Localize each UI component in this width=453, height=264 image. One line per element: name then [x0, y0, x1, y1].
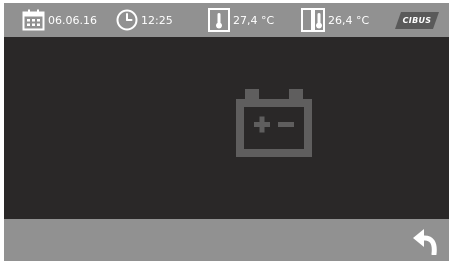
display-screen: 06.06.16 12:25 27,4 °C 26,4 °C CIBUS — [4, 3, 449, 261]
clock-icon — [116, 9, 138, 31]
back-button[interactable] — [412, 229, 440, 257]
thermometer-double-icon — [301, 8, 325, 32]
status-bar: 06.06.16 12:25 27,4 °C 26,4 °C CIBUS — [4, 3, 449, 37]
date-display: 06.06.16 — [22, 3, 97, 37]
date-text: 06.06.16 — [48, 13, 97, 27]
footer-bar — [4, 219, 449, 261]
thermometer-icon — [208, 8, 230, 32]
temperature-2-text: 26,4 °C — [328, 13, 370, 27]
time-text: 12:25 — [141, 13, 173, 27]
temperature-2-display: 26,4 °C — [301, 3, 369, 37]
temperature-1-display: 27,4 °C — [208, 3, 274, 37]
cibus-logo: CIBUS — [395, 12, 439, 29]
back-arrow-icon — [412, 229, 440, 259]
logo-text: CIBUS — [402, 16, 432, 25]
battery-icon — [236, 89, 312, 161]
main-area — [4, 37, 449, 219]
temperature-1-text: 27,4 °C — [233, 13, 275, 27]
time-display: 12:25 — [116, 3, 173, 37]
calendar-icon — [22, 9, 45, 31]
